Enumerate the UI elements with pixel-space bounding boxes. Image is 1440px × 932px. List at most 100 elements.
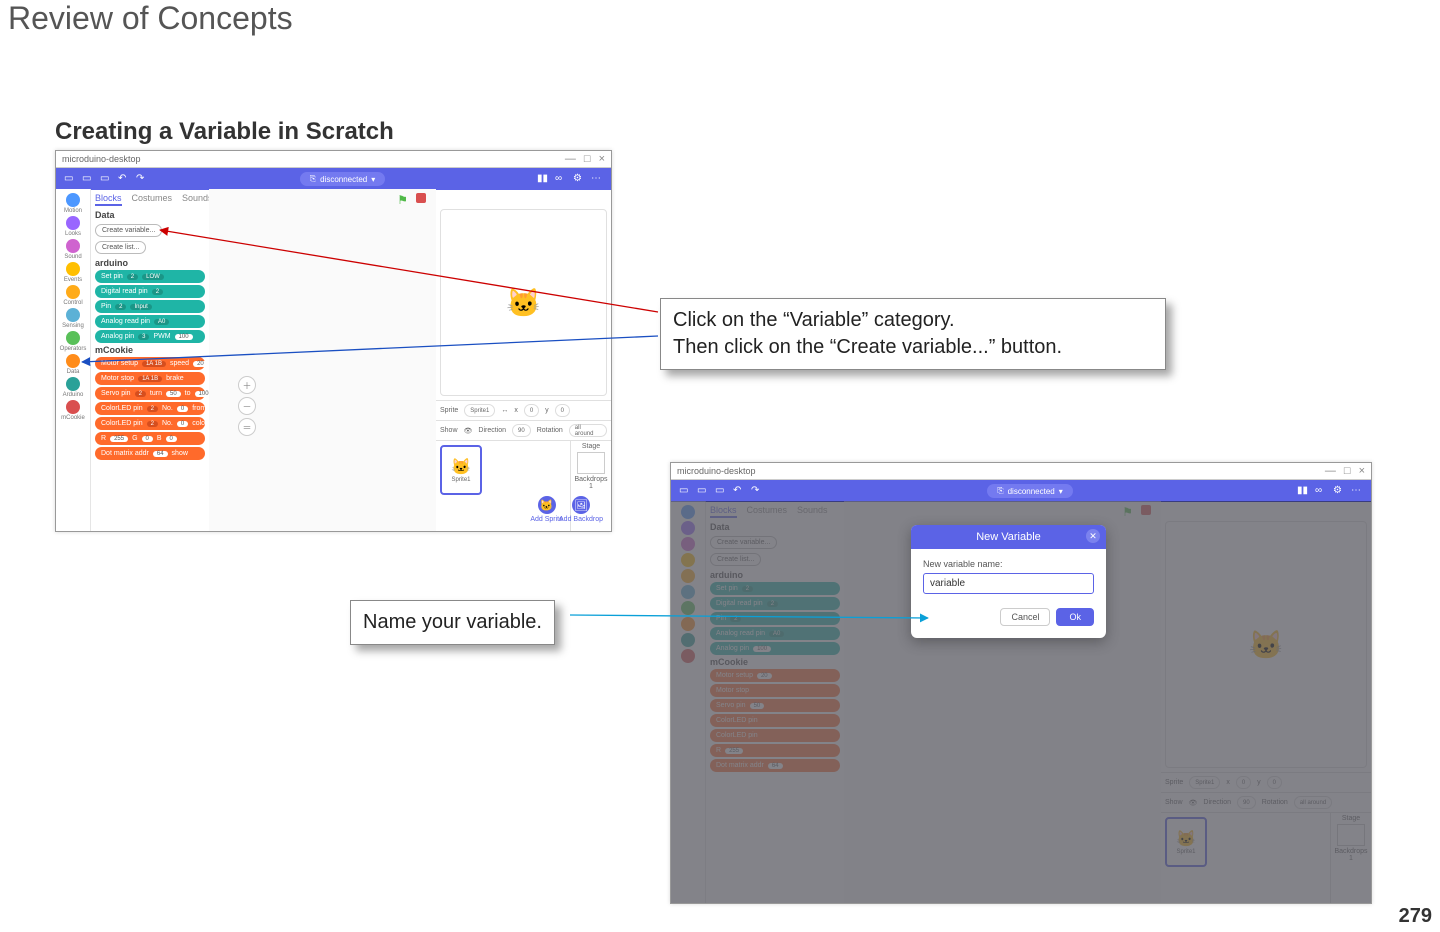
block-motor-stop[interactable]: Motor stop1A 1Bbrake [95,372,205,385]
blk-label: Analog read pin [101,318,150,325]
cat-label: Sound [64,254,81,260]
variable-name-input[interactable] [923,573,1094,594]
blk-arg: A0 [154,319,169,325]
motion-icon [66,193,80,207]
block-motor-setup[interactable]: Motor setup1A 1Bspeed20 [95,357,205,370]
script-canvas[interactable]: ⚑ ＋ － ＝ [209,189,436,531]
ok-button[interactable]: Ok [1056,608,1094,626]
help-icon[interactable]: ⋯ [591,173,603,185]
blk-arg: 255 [110,436,128,442]
window-titlebar: microduino-desktop — □ × [56,151,611,168]
category-sensing[interactable]: Sensing [62,308,84,329]
category-arduino[interactable]: Arduino [63,377,84,398]
modal-close-button[interactable]: ✕ [1086,529,1100,543]
green-flag-icon[interactable]: ⚑ [397,193,408,207]
category-events[interactable]: Events [64,262,82,283]
save-icon[interactable]: ▭ [100,173,112,185]
blk-label: Digital read pin [101,288,148,295]
toggle-icon[interactable]: ▮▮ [1297,485,1309,497]
editor-tabs: Blocks Costumes Sounds [95,193,205,206]
zoom-in-button[interactable]: ＋ [238,376,256,394]
blk-arg: 50 [166,391,181,397]
minimize-icon[interactable]: — [1325,465,1336,477]
category-looks[interactable]: Looks [65,216,81,237]
gear-icon[interactable]: ⚙ [1333,485,1345,497]
category-sound[interactable]: Sound [64,239,81,260]
create-variable-button[interactable]: Create variable... [95,224,162,237]
sprite-item[interactable]: 🐱 Sprite1 [440,445,482,495]
blk-label: speed [170,360,189,367]
blk-label: PWM [153,333,170,340]
close-icon[interactable]: × [599,153,605,165]
zoom-reset-button[interactable]: ＝ [238,418,256,436]
block-colorled2[interactable]: ColorLED pin2No.0color [95,417,205,430]
cancel-button[interactable]: Cancel [1000,608,1050,626]
block-digital-read[interactable]: Digital read pin2 [95,285,205,298]
connection-status[interactable]: ⎘ disconnected ▾ [300,172,386,186]
blk-label: Pin [101,303,111,310]
y-input[interactable]: 0 [555,404,570,417]
blk-arg: 2 [127,274,138,280]
blk-arg: 2 [147,406,158,412]
folder-icon[interactable]: ▭ [82,173,94,185]
block-set-pin[interactable]: Set pin2LOW [95,270,205,283]
rot-input[interactable]: all around [569,424,607,437]
callout-variable-category: Click on the “Variable” category. Then c… [660,298,1166,370]
block-dotmatrix[interactable]: Dot matrix addr64show [95,447,205,460]
add-backdrop-button[interactable]: 🖼Add Backdrop [559,496,603,523]
tab-blocks[interactable]: Blocks [95,193,122,206]
blk-label: Servo pin [101,390,131,397]
blk-arg: 3 [138,334,149,340]
blk-arg: 2 [115,304,126,310]
control-icon [66,285,80,299]
block-rgb[interactable]: R255G0B0 [95,432,205,445]
category-operators[interactable]: Operators [60,331,87,352]
close-icon[interactable]: × [1359,465,1365,477]
maximize-icon[interactable]: □ [584,153,591,165]
help-icon[interactable]: ⋯ [1351,485,1363,497]
tab-sounds[interactable]: Sounds [182,193,209,206]
gear-icon[interactable]: ⚙ [573,173,585,185]
undo-icon[interactable]: ↶ [733,485,745,497]
blk-label: ColorLED pin [101,420,143,427]
category-motion[interactable]: Motion [64,193,82,214]
window-title: microduino-desktop [677,466,756,476]
block-colorled1[interactable]: ColorLED pin2No.0from [95,402,205,415]
block-analog-pin[interactable]: Analog pin3PWM100 [95,330,205,343]
x-input[interactable]: 0 [524,404,539,417]
category-mcookie[interactable]: mCookie [61,400,85,421]
folder-icon[interactable]: ▭ [697,485,709,497]
menu-icon[interactable]: ▭ [679,485,691,497]
dir-input[interactable]: 90 [512,424,531,437]
minimize-icon[interactable]: — [565,153,576,165]
blk-arg: 0 [177,406,188,412]
infinity-icon[interactable]: ∞ [555,173,567,185]
sprite-name-input[interactable]: Sprite1 [464,404,495,417]
category-control[interactable]: Control [63,285,82,306]
maximize-icon[interactable]: □ [1344,465,1351,477]
undo-icon[interactable]: ↶ [118,173,130,185]
blk-arg: 2 [135,391,146,397]
sprite-item-label: Sprite1 [451,477,470,483]
toggle-icon[interactable]: ▮▮ [537,173,549,185]
block-analog-read[interactable]: Analog read pin A0 [95,315,205,328]
redo-icon[interactable]: ↷ [751,485,763,497]
redo-icon[interactable]: ↷ [136,173,148,185]
tab-costumes[interactable]: Costumes [132,193,173,206]
screenshot-scratch-main: microduino-desktop — □ × ▭ ▭ ▭ ↶ ↷ ⎘ dis… [55,150,612,532]
eye-icon[interactable]: 👁 [464,427,473,435]
create-list-button[interactable]: Create list... [95,241,146,254]
stage-thumb[interactable] [577,452,605,474]
category-data[interactable]: Data [66,354,80,375]
block-pin-mode[interactable]: Pin2Input [95,300,205,313]
block-servo[interactable]: Servo pin2turn50to100 [95,387,205,400]
infinity-icon[interactable]: ∞ [1315,485,1327,497]
cat-label: Data [67,369,80,375]
stop-icon[interactable] [416,193,426,203]
zoom-out-button[interactable]: － [238,397,256,415]
modal-label: New variable name: [923,559,1094,569]
cat-label: Sensing [62,323,84,329]
save-icon[interactable]: ▭ [715,485,727,497]
menu-icon[interactable]: ▭ [64,173,76,185]
connection-status[interactable]: ⎘ disconnected ▾ [987,484,1073,498]
